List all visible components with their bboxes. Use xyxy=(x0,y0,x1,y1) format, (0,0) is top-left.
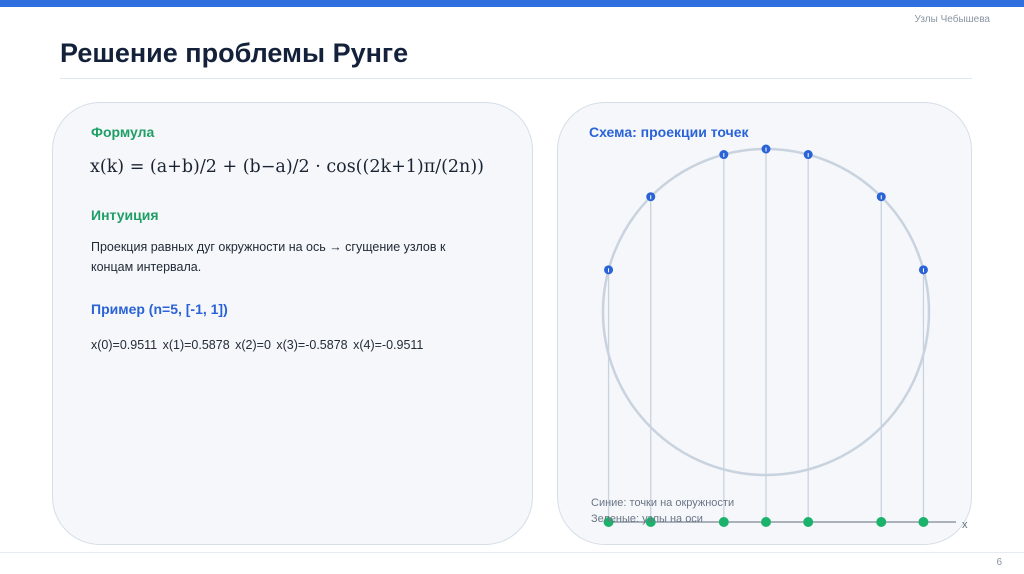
intuition-heading: Интуиция xyxy=(91,207,159,223)
footer-divider xyxy=(0,552,1024,553)
axis-node xyxy=(876,517,887,527)
formula-heading: Формула xyxy=(91,124,155,140)
axis-node xyxy=(761,517,771,527)
section-tag: Узлы Чебышева xyxy=(914,14,990,25)
legend-green: Зеленые: узлы на оси xyxy=(591,513,703,525)
page-number: 6 xyxy=(996,557,1002,568)
top-accent-bar xyxy=(0,0,1024,7)
axis-node xyxy=(803,517,814,527)
example-heading: Пример (n=5, [-1, 1]) xyxy=(91,301,228,317)
example-values: x(0)=0.9511 x(1)=0.5878 x(2)=0 x(3)=-0.5… xyxy=(91,338,424,352)
formula-panel: Формула x(k) = (a+b)/2 + (b−a)/2 · cos((… xyxy=(52,102,533,545)
slide-title: Решение проблемы Рунге xyxy=(60,38,409,68)
formula-text: x(k) = (a+b)/2 + (b−a)/2 · cos((2k+1)π/(… xyxy=(90,157,484,177)
projection-diagram: x xyxy=(601,144,968,531)
axis-node xyxy=(718,517,729,527)
scheme-panel: Схема: проекции точек x Синие: точки на … xyxy=(557,102,972,545)
intuition-text: Проекция равных дуг окружности на ось → … xyxy=(91,240,446,274)
axis-node xyxy=(918,517,929,527)
legend-blue: Синие: точки на окружности xyxy=(591,497,735,509)
x-axis-label: x xyxy=(962,519,968,531)
title-divider xyxy=(60,78,972,79)
